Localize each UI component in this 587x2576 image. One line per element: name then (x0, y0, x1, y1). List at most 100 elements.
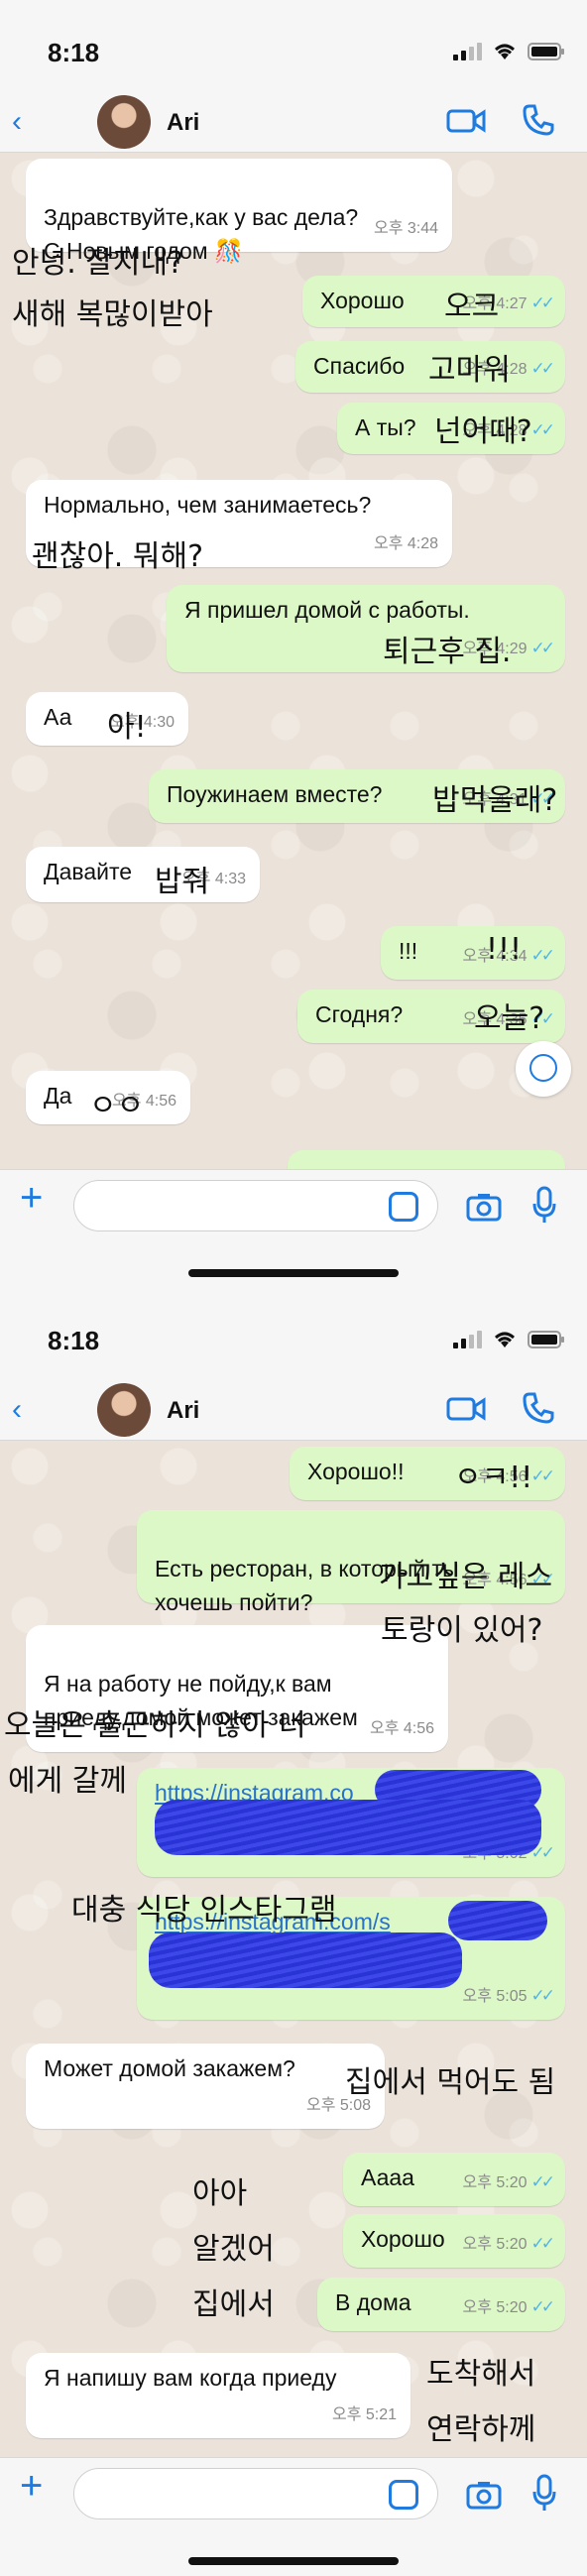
message-bubble-outgoing[interactable]: В дома 오후 5:20 ✓✓ (317, 2278, 565, 2331)
message-text: Аааа (361, 2165, 414, 2190)
message-text: Я пришел домой с работы. (184, 597, 470, 623)
message-text: Спасибо (313, 353, 406, 379)
status-time: 8:18 (48, 38, 100, 67)
message-bubble-outgoing[interactable]: Хорошо 오후 4:27 ✓✓ (302, 276, 565, 327)
message-text: Поужинаем вместе? (167, 781, 383, 807)
read-check-icon: ✓✓ (530, 420, 555, 439)
message-bubble-outgoing[interactable]: Хорошо 오후 5:20 ✓✓ (343, 2214, 565, 2268)
phone-icon[interactable] (522, 103, 555, 137)
message-text: Я напишу вам когда приеду (44, 2365, 337, 2391)
camera-icon[interactable] (466, 1192, 502, 1222)
wifi-icon (495, 1332, 515, 1347)
message-time: 오후 5:20 (462, 2236, 528, 2253)
annotation: 고마워 (428, 353, 511, 388)
annotation: 가고싶은 레스 (379, 1560, 553, 1594)
message-text: Хорошо (320, 288, 405, 313)
message-input[interactable] (73, 2468, 438, 2519)
annotation: 오늘? (474, 1001, 545, 1036)
scroll-down-button[interactable] (516, 1041, 571, 1097)
video-call-icon[interactable] (446, 107, 486, 135)
signal-icon (453, 1331, 482, 1348)
annotation: 밥먹을래? (432, 783, 558, 818)
contact-avatar[interactable] (97, 95, 151, 149)
message-time: 오후 5:20 (462, 2174, 528, 2191)
back-chevron-icon[interactable]: ‹ (12, 105, 22, 139)
annotation: 아아 (192, 2176, 248, 2211)
redaction-scribble (155, 1800, 541, 1855)
sticker-icon[interactable] (389, 2480, 418, 2510)
message-text: Хорошо!! (307, 1459, 405, 1484)
back-chevron-icon[interactable]: ‹ (12, 1393, 22, 1427)
redaction-scribble (149, 1932, 462, 1988)
message-text: Нормально, чем занимаетесь? (44, 492, 372, 518)
message-time: 오후 4:28 (373, 535, 438, 552)
message-text: Хорошо (361, 2226, 445, 2252)
read-check-icon: ✓✓ (530, 359, 555, 378)
read-check-icon: ✓✓ (530, 946, 555, 965)
read-check-icon: ✓✓ (530, 639, 555, 657)
message-time: 오후 5:21 (331, 2406, 397, 2423)
contact-avatar[interactable] (97, 1383, 151, 1437)
read-check-icon: ✓✓ (530, 2172, 555, 2191)
scroll-down-icon (529, 1054, 557, 1082)
wifi-icon (495, 44, 515, 59)
chat-screenshot-2: 8:18 ‹ Ari Хорошо!! 오후 4:56 ✓✓ ㅇㅋ!! Есть … (0, 1288, 587, 2576)
annotation: 괜찮아. 뭐해? (32, 539, 203, 574)
annotation: 오늘은 출근하지 않아 너 (4, 1708, 306, 1743)
message-bubble-outgoing[interactable]: !!! 오후 4:34 ✓✓ (381, 926, 565, 980)
message-bubble-incoming[interactable]: Я напишу вам когда приеду 오후 5:21 (26, 2353, 411, 2438)
chat-header: ‹ Ari (0, 1377, 587, 1441)
message-text: !!! (399, 938, 418, 964)
annotation: 토랑이 있어? (381, 1613, 543, 1648)
signal-icon (453, 43, 482, 60)
read-check-icon: ✓✓ (530, 2297, 555, 2316)
chat-header: ‹ Ari (0, 89, 587, 153)
annotation: 도착해서 (426, 2357, 536, 2392)
annotation: ㅇㅇ (89, 1089, 145, 1123)
message-meta: 오후 5:20 ✓✓ (462, 2227, 555, 2262)
status-bar: 8:18 (0, 0, 587, 89)
message-time: 오후 5:05 (462, 1988, 528, 2005)
sticker-icon[interactable] (389, 1192, 418, 1222)
annotation: 알겠어 (192, 2232, 275, 2267)
plus-icon[interactable]: + (20, 2464, 43, 2508)
message-text: Да (44, 1083, 72, 1109)
microphone-icon[interactable] (531, 1186, 557, 1226)
annotation: 퇴근후 집. (383, 635, 512, 669)
annotation: !!! (486, 932, 523, 967)
contact-name[interactable]: Ari (167, 1397, 199, 1425)
read-check-icon: ✓✓ (530, 2234, 555, 2253)
status-bar: 8:18 (0, 1288, 587, 1377)
message-text: А ты? (355, 414, 416, 440)
composer-bar: + (0, 1169, 587, 1288)
annotation: 밥줘 (155, 865, 210, 899)
read-check-icon: ✓✓ (530, 1466, 555, 1485)
microphone-icon[interactable] (531, 2474, 557, 2514)
message-text: Давайте (44, 859, 133, 884)
message-bubble-outgoing[interactable]: Аааа 오후 5:20 ✓✓ (343, 2153, 565, 2206)
camera-icon[interactable] (466, 2480, 502, 2510)
message-input[interactable] (73, 1180, 438, 1231)
read-check-icon: ✓✓ (530, 293, 555, 312)
message-bubble-incoming[interactable]: Может домой закажем? 오후 5:08 (26, 2044, 385, 2129)
redaction-scribble (448, 1901, 547, 1940)
phone-icon[interactable] (522, 1391, 555, 1425)
message-bubble-incoming[interactable]: Давайте 오후 4:33 (26, 847, 260, 902)
chat-screenshot-1: 8:18 ‹ Ari Здравствуйте,как у вас дела? … (0, 0, 587, 1288)
read-check-icon: ✓✓ (530, 1986, 555, 2005)
message-text: Может домой закажем? (44, 2055, 295, 2081)
annotation: 대충 식당 인스타그램 (71, 1893, 337, 1928)
message-time: 오후 3:44 (373, 220, 438, 237)
message-text: В дома (335, 2289, 411, 2315)
annotation: 연락하께 (426, 2412, 536, 2447)
annotation: 에게 갈께 (8, 1764, 127, 1799)
plus-icon[interactable]: + (20, 1176, 43, 1220)
contact-name[interactable]: Ari (167, 109, 199, 137)
message-text: Сгодня? (315, 1001, 404, 1027)
message-time: 오후 4:56 (369, 1720, 434, 1737)
home-indicator (188, 1269, 399, 1277)
video-call-icon[interactable] (446, 1395, 486, 1423)
annotation: ㅇㅋ!! (454, 1461, 533, 1495)
annotation: 넌어때? (434, 414, 532, 449)
message-meta: 오후 5:05 ✓✓ (462, 1979, 555, 2014)
